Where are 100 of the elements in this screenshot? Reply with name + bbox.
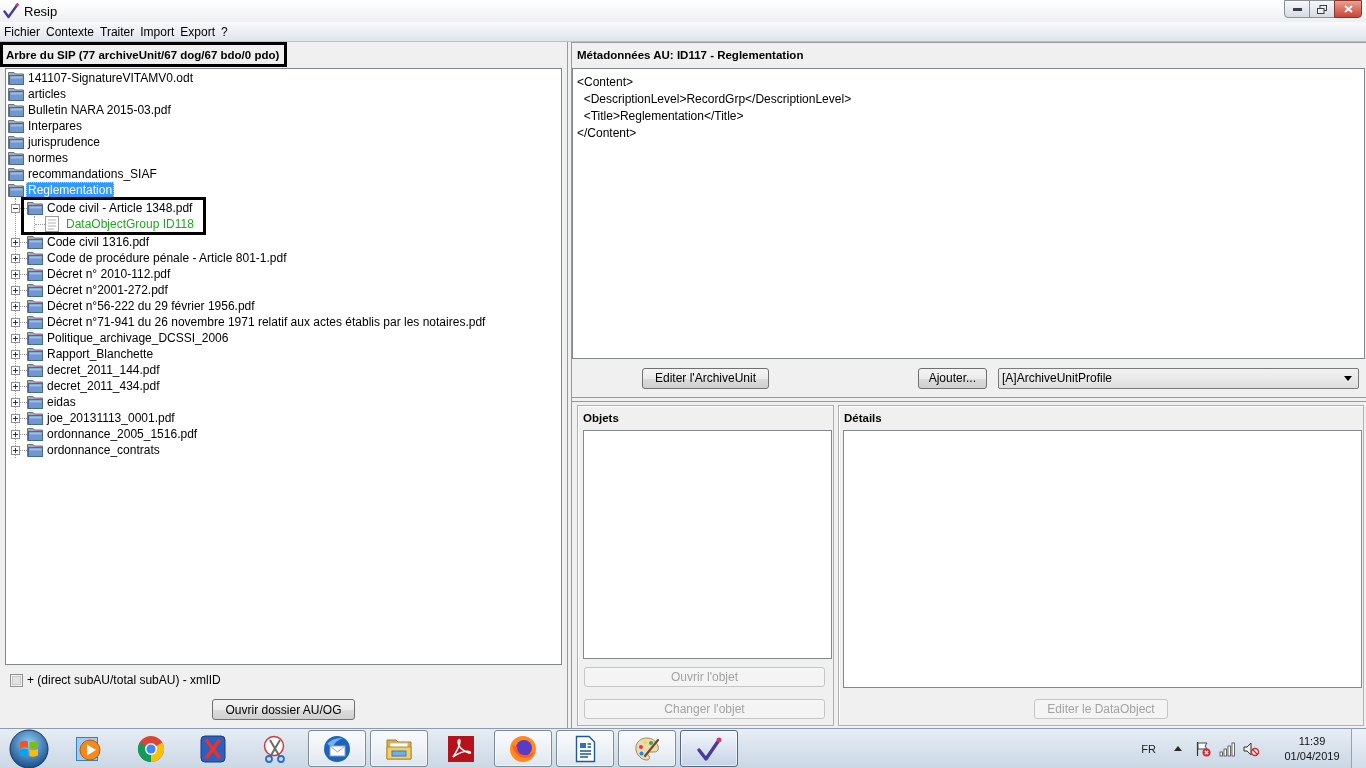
tree-node-label[interactable]: Décret n° 2010-112.pdf (45, 266, 173, 282)
metadata-editor[interactable]: <Content> <DescriptionLevel>RecordGrp</DescriptionLevel> <Title>Reglementation</Title> </Content> (572, 68, 1365, 359)
restore-button[interactable] (1309, 0, 1335, 18)
tree-node-label[interactable]: Rapport_Blanchette (45, 346, 156, 362)
profile-dropdown[interactable]: [A]ArchiveUnitProfile (998, 367, 1359, 389)
expand-icon[interactable] (11, 414, 20, 423)
folder-icon (27, 283, 43, 297)
folder-icon (27, 363, 43, 377)
menu-item[interactable]: ? (218, 22, 231, 41)
add-button[interactable]: Ajouter... (917, 367, 987, 389)
expand-icon[interactable] (11, 350, 20, 359)
expand-icon[interactable] (11, 254, 20, 263)
taskbar-button[interactable] (308, 730, 366, 767)
tree-node-label[interactable]: ordonnance_contrats (45, 442, 162, 458)
folder-icon (8, 167, 24, 181)
close-icon (1343, 5, 1353, 13)
taskbar-button[interactable] (680, 730, 738, 767)
tree-node-label[interactable]: decret_2011_144.pdf (45, 362, 162, 378)
clock-time[interactable]: 11:39 (1298, 733, 1326, 749)
minimize-button[interactable] (1284, 0, 1310, 18)
signal-bars-icon[interactable] (1219, 740, 1235, 757)
tree-node-label[interactable]: Décret n°56-222 du 29 février 1956.pdf (45, 298, 257, 314)
tree-node-label[interactable]: Code de procédure pénale - Article 801-1.pdf (45, 250, 289, 266)
collapse-icon[interactable] (11, 204, 20, 213)
folder-icon (27, 267, 43, 281)
folder-icon (8, 103, 24, 117)
tree-node-label[interactable]: decret_2011_434.pdf (45, 378, 162, 394)
expand-icon[interactable] (11, 318, 20, 327)
panel-title: Objets (582, 411, 619, 426)
mail-icon (323, 734, 351, 763)
folder-icon (27, 427, 43, 441)
tree-node-label[interactable]: Code civil 1316.pdf (45, 234, 152, 250)
expand-icon[interactable] (11, 270, 20, 279)
speaker-icon[interactable] (1243, 740, 1259, 757)
clock-date[interactable]: 01/04/2019 (1284, 748, 1340, 764)
tree-node-label[interactable]: Politique_archivage_DCSSI_2006 (45, 330, 231, 346)
x-logo-icon (199, 734, 227, 763)
folder-icon (8, 151, 24, 165)
expand-icon[interactable] (11, 430, 20, 439)
folder-icon (8, 183, 24, 197)
folder-icon (27, 411, 43, 425)
tree-node-label[interactable]: Décret n°2001-272.pdf (45, 282, 170, 298)
expand-icon[interactable] (11, 382, 20, 391)
folder-icon (27, 395, 43, 409)
tree-node-label[interactable]: eidas (45, 394, 78, 410)
tree-node-label[interactable]: Code civil - Article 1348.pdf (45, 200, 195, 216)
chevron-up-icon[interactable] (1174, 746, 1182, 751)
caret-icon (1344, 375, 1352, 381)
taskbar-button[interactable] (494, 730, 552, 767)
tree-node-label[interactable]: Bulletin NARA 2015-03.pdf (26, 102, 173, 118)
menu-item[interactable]: Traiter (97, 22, 138, 41)
menu-item[interactable]: Contexte (43, 22, 98, 41)
edit-archive-unit-button[interactable]: Editer l'ArchiveUnit (642, 367, 769, 389)
tree-node-label[interactable]: 141107-SignatureVITAMV0.odt (26, 70, 195, 86)
expand-icon[interactable] (11, 366, 20, 375)
language-indicator[interactable]: FR (1141, 742, 1156, 755)
panel-title: Métadonnées AU: ID117 - Reglementation (577, 49, 804, 61)
tree-node-label[interactable]: articles (26, 86, 68, 102)
folder-icon (27, 379, 43, 393)
expand-icon[interactable] (11, 286, 20, 295)
xml-line: </Content> (577, 125, 637, 142)
close-button[interactable] (1334, 0, 1362, 18)
expand-icon[interactable] (11, 302, 20, 311)
tree-node-label[interactable]: Interpares (26, 118, 85, 134)
globe-icon (509, 734, 537, 763)
menu-item[interactable]: Fichier (1, 22, 43, 41)
expand-icon[interactable] (11, 334, 20, 343)
folder-icon (27, 201, 43, 215)
start-orb-icon (9, 728, 49, 768)
tree-node-label[interactable]: recommandations_SIAF (26, 166, 159, 182)
minimize-icon (1292, 7, 1302, 11)
restore-icon (1317, 4, 1327, 14)
folder-icon (27, 299, 43, 313)
expand-icon[interactable] (11, 398, 20, 407)
folder-icon (27, 331, 43, 345)
expand-icon[interactable] (11, 446, 20, 455)
checkbox-label: + (direct subAU/total subAU) - xmlID (27, 673, 221, 687)
folder-icon (27, 235, 43, 249)
panel-title: Arbre du SIP (77 archiveUnit/67 dog/67 bdo/0 pdo) (0, 42, 288, 67)
taskbar-button[interactable] (618, 730, 676, 767)
open-folder-button[interactable]: Ouvrir dossier AU/OG (212, 699, 355, 720)
tree-node-label[interactable]: ordonnance_2005_1516.pdf (45, 426, 200, 442)
taskbar-button[interactable] (556, 730, 614, 767)
tree-node-label[interactable]: joe_20131113_0001.pdf (45, 410, 177, 426)
tree-node-label[interactable]: normes (26, 150, 70, 166)
expand-icon[interactable] (11, 238, 20, 247)
folder-icon (8, 87, 24, 101)
menu-item[interactable]: Import (137, 22, 178, 41)
xml-line: <Title>Reglementation</Title> (582, 108, 744, 125)
tree-node-label[interactable]: Décret n°71-941 du 26 novembre 1971 relatif aux actes établis par les notaires.pdf (45, 314, 488, 330)
browser-icon (137, 734, 165, 763)
checkbox[interactable] (10, 673, 23, 687)
flag-icon[interactable] (1195, 740, 1211, 757)
menu-item[interactable]: Export (177, 22, 218, 41)
tree-node-label[interactable]: jurisprudence (26, 134, 103, 150)
folder-icon (27, 251, 43, 265)
pdf-icon (447, 734, 475, 763)
panel-title: Détails (843, 411, 882, 426)
folder-icon (8, 71, 24, 85)
palette-icon (633, 734, 661, 763)
